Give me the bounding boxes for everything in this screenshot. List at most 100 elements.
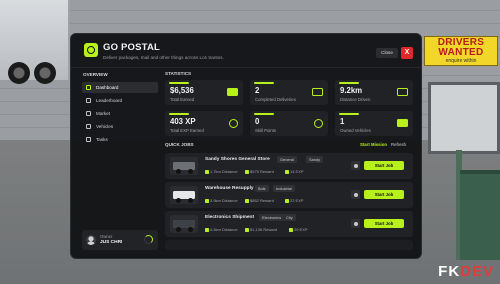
stat-accent-bar xyxy=(339,82,359,84)
start-job-button[interactable]: Start Job xyxy=(364,161,404,170)
sidebar-item-vehicles[interactable]: Vehicles xyxy=(82,121,158,132)
progress-ring-icon xyxy=(144,235,153,244)
job-reward-text: $852 Reward xyxy=(250,198,274,203)
distance-icon xyxy=(205,170,209,174)
stat-label: Owned Vehicles xyxy=(340,128,371,133)
cash-icon xyxy=(245,199,249,203)
stat-card-total-exp: 403 XP Total EXP Earned xyxy=(165,111,243,136)
tasks-icon xyxy=(86,137,91,142)
job-tag: Industrial xyxy=(273,185,295,192)
trophy-icon xyxy=(314,119,323,128)
stat-card-total-earned: $6,536 Total Earned xyxy=(165,80,243,105)
job-distance: 1.7km Distance xyxy=(205,169,238,174)
background-window xyxy=(428,82,500,154)
sidebar-item-tasks[interactable]: Tasks xyxy=(82,134,158,145)
distance-icon xyxy=(205,228,209,232)
stat-accent-bar xyxy=(339,113,359,115)
start-job-button[interactable]: Start Job xyxy=(364,219,404,228)
leaderboard-icon xyxy=(86,98,91,103)
job-distance-text: 3.9km Distance xyxy=(210,198,238,203)
app-subtitle: Deliver packages, mail and other things … xyxy=(103,55,224,60)
start-mission-link[interactable]: Start Mission xyxy=(360,142,387,147)
view-job-eye-icon[interactable] xyxy=(351,190,360,199)
sidebar-item-dashboard[interactable]: Dashboard xyxy=(82,82,158,93)
job-reward: $852 Reward xyxy=(245,198,274,203)
job-tag: Sandy xyxy=(306,156,324,163)
road-icon xyxy=(397,88,408,96)
job-exp: 29 EXP xyxy=(289,227,308,232)
quick-jobs-header: QUICK JOBS Start Mission Refresh xyxy=(165,142,413,152)
sidebar-item-label: Leaderboard xyxy=(96,98,123,103)
job-row: Electronics Shipment Electronics City 4.… xyxy=(165,211,413,237)
distance-icon xyxy=(205,199,209,203)
job-distance: 3.9km Distance xyxy=(205,198,238,203)
job-exp-text: 29 EXP xyxy=(294,227,308,232)
stat-card-owned-vehicles: 1 Owned Vehicles xyxy=(335,111,413,136)
stat-card-completed-deliveries: 2 Completed Deliveries xyxy=(250,80,328,105)
stat-accent-bar xyxy=(169,113,189,115)
sidebar-item-label: Dashboard xyxy=(96,85,119,90)
stat-card-distance-driven: 9.2km Distance Driven xyxy=(335,80,413,105)
stat-value: 1 xyxy=(340,117,345,126)
job-name: Warehouse Resupply xyxy=(205,186,254,191)
stat-label: Skill Points xyxy=(255,128,277,133)
job-tag: General xyxy=(277,156,297,163)
sidebar-item-market[interactable]: Market xyxy=(82,108,158,119)
job-tag: Electronics xyxy=(259,214,285,221)
job-reward-text: $1,136 Reward xyxy=(250,227,278,232)
main-content: STATISTICS $6,536 Total Earned 2 Complet… xyxy=(165,71,413,257)
owner-name: JUS CHRI xyxy=(100,240,123,245)
market-icon xyxy=(86,111,91,116)
job-name: Sandy Shores General Store xyxy=(205,157,270,162)
stat-label: Completed Deliveries xyxy=(255,97,296,102)
brand-watermark: FKDEV xyxy=(438,263,494,280)
sidebar-item-label: Market xyxy=(96,111,111,116)
cash-icon xyxy=(227,88,238,96)
truck-icon xyxy=(397,119,408,127)
sparkle-icon xyxy=(289,228,293,232)
start-job-button[interactable]: Start Job xyxy=(364,190,404,199)
job-exp: 22 EXP xyxy=(285,198,304,203)
sign-line-2: WANTED xyxy=(438,47,484,58)
close-button[interactable]: Close xyxy=(376,48,398,58)
owner-profile-card[interactable]: Owner JUS CHRI xyxy=(82,230,158,250)
job-distance-text: 1.7km Distance xyxy=(210,169,238,174)
stat-value: 403 XP xyxy=(170,117,196,126)
sidebar: OVERVIEW Dashboard Leaderboard Market Ve… xyxy=(82,71,158,253)
job-row: Warehouse Resupply Bulk Industrial 3.9km… xyxy=(165,182,413,208)
cash-icon xyxy=(245,170,249,174)
app-logo-icon xyxy=(84,43,98,57)
panel-header: GO POSTAL Deliver packages, mail and oth… xyxy=(71,34,421,68)
job-exp-text: 14 EXP xyxy=(290,169,304,174)
sparkle-icon xyxy=(285,199,289,203)
stat-accent-bar xyxy=(169,82,189,84)
go-postal-panel: GO POSTAL Deliver packages, mail and oth… xyxy=(70,33,422,259)
job-vehicle-image xyxy=(170,186,198,204)
view-job-eye-icon[interactable] xyxy=(351,219,360,228)
stat-value: 9.2km xyxy=(340,86,363,95)
stat-label: Total Earned xyxy=(170,97,195,102)
job-reward-text: $575 Reward xyxy=(250,169,274,174)
stat-accent-bar xyxy=(254,113,274,115)
stat-value: $6,536 xyxy=(170,86,194,95)
app-title: GO POSTAL xyxy=(103,42,161,53)
close-x-button[interactable]: X xyxy=(401,47,413,59)
stat-accent-bar xyxy=(254,82,274,84)
job-distance: 4.4km Distance xyxy=(205,227,238,232)
refresh-button[interactable]: Refresh xyxy=(391,142,406,147)
background-dumpster xyxy=(460,170,500,260)
job-reward: $575 Reward xyxy=(245,169,274,174)
sidebar-item-label: Vehicles xyxy=(96,124,114,129)
job-reward: $1,136 Reward xyxy=(245,227,277,232)
owner-role: Owner xyxy=(100,234,113,239)
job-vehicle-image xyxy=(170,215,198,233)
sign-line-3: enquire within xyxy=(445,58,477,64)
drivers-wanted-sign: DRIVERS WANTED enquire within xyxy=(424,36,498,66)
stat-card-skill-points: 0 Skill Points xyxy=(250,111,328,136)
job-tag: Bulk xyxy=(255,185,269,192)
sparkle-icon xyxy=(285,170,289,174)
view-job-eye-icon[interactable] xyxy=(351,161,360,170)
sidebar-item-leaderboard[interactable]: Leaderboard xyxy=(82,95,158,106)
brand-part-1: FK xyxy=(438,263,461,280)
stat-value: 0 xyxy=(255,117,260,126)
